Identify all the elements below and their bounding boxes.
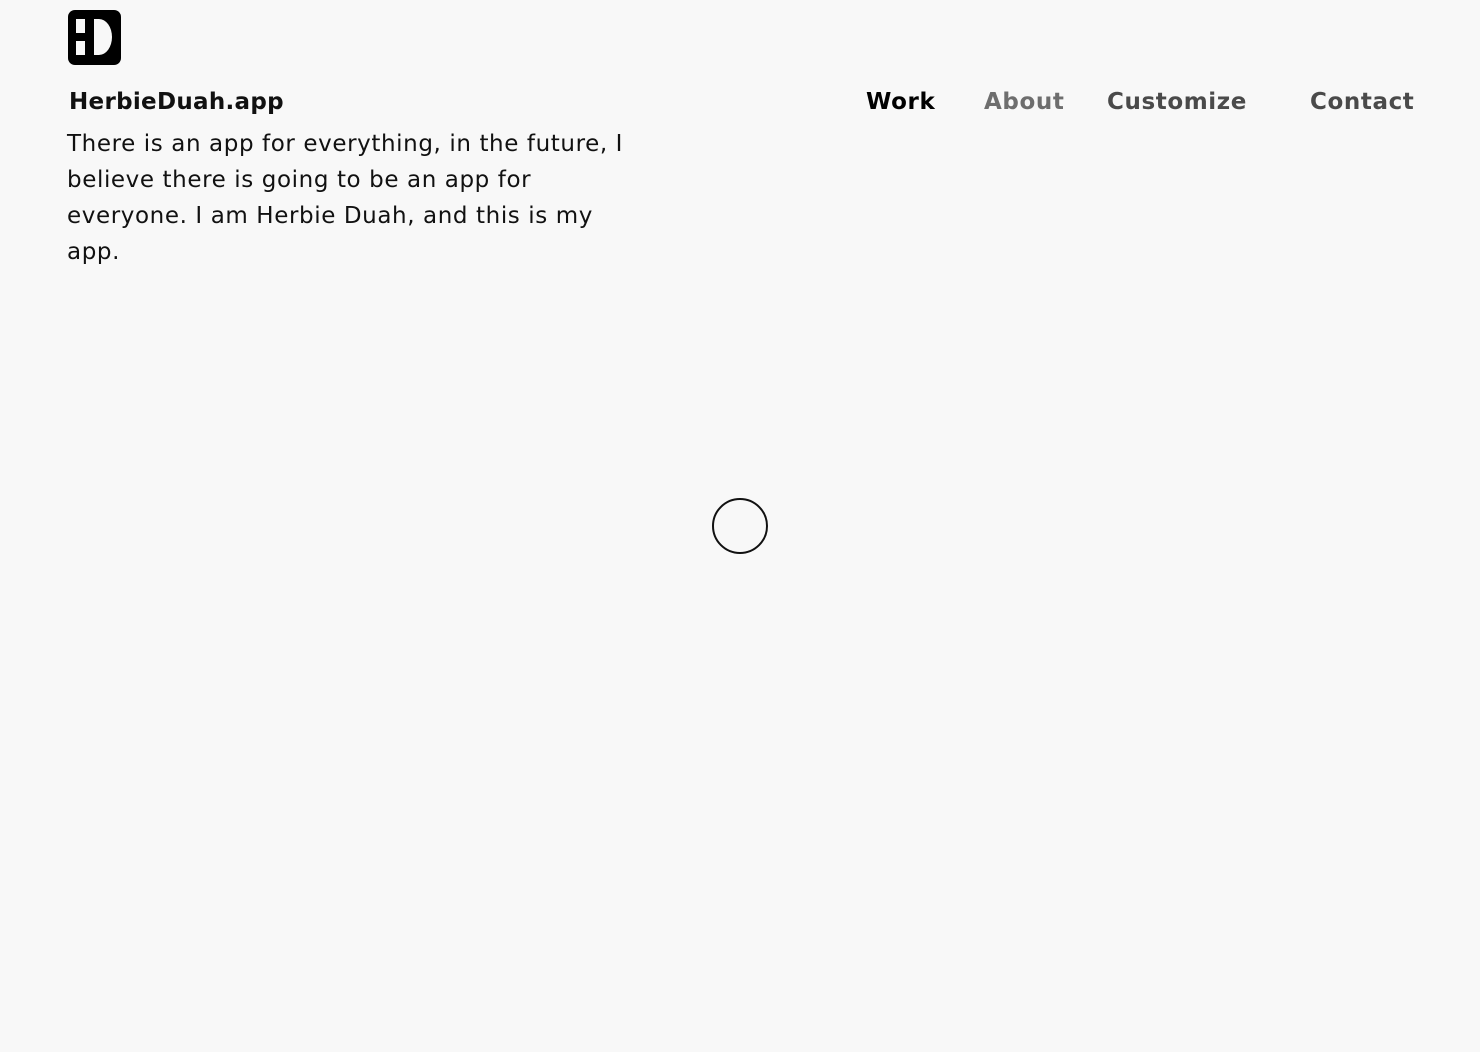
hd-logo-icon[interactable] — [68, 10, 121, 65]
nav-link-work[interactable]: Work — [866, 89, 935, 115]
loading-circle-icon — [712, 498, 768, 554]
nav-link-customize[interactable]: Customize — [1107, 89, 1247, 115]
nav-link-contact[interactable]: Contact — [1310, 89, 1414, 115]
site-title[interactable]: HerbieDuah.app — [69, 89, 284, 115]
nav-link-about[interactable]: About — [984, 89, 1064, 115]
site-tagline: There is an app for everything, in the f… — [67, 131, 624, 265]
